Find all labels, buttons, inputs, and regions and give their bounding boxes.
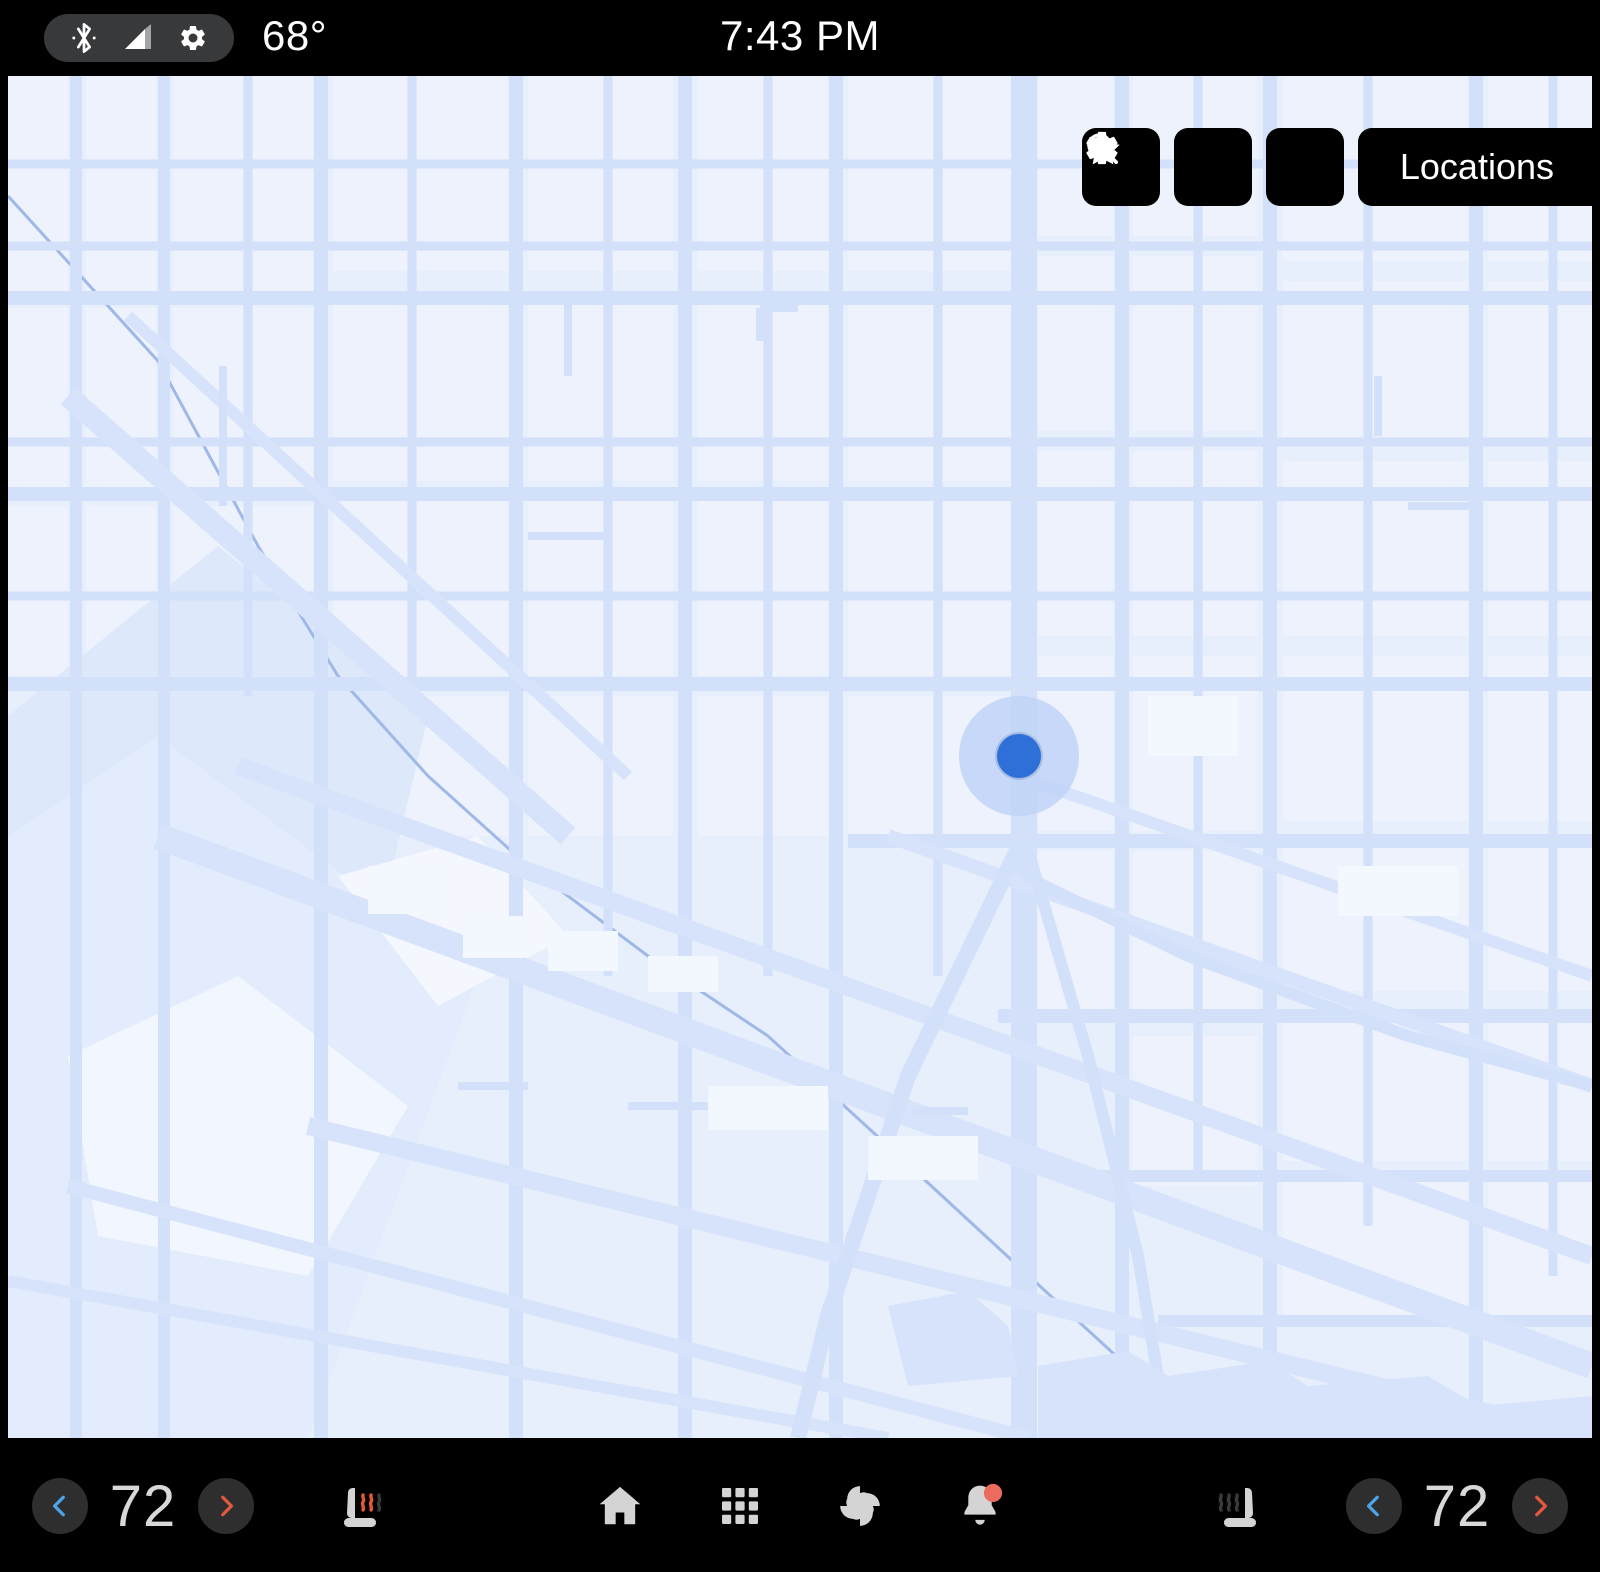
map-favorites-button[interactable] bbox=[1086, 128, 1344, 206]
driver-temp-increase-button[interactable] bbox=[198, 1478, 254, 1534]
system-nav-icons bbox=[560, 1440, 1040, 1572]
passenger-heated-seat-button[interactable] bbox=[1186, 1440, 1296, 1572]
bell-icon bbox=[964, 1483, 1003, 1525]
home-button[interactable] bbox=[560, 1440, 680, 1572]
current-location-marker bbox=[997, 734, 1041, 778]
apps-button[interactable] bbox=[680, 1440, 800, 1572]
climate-button[interactable] bbox=[800, 1440, 920, 1572]
infotainment-screen: 68° 7:43 PM Locations 72 72 bbox=[0, 0, 1600, 1572]
map-canvas[interactable]: Locations bbox=[8, 76, 1592, 1438]
notifications-button[interactable] bbox=[920, 1440, 1040, 1572]
chevron-right-icon bbox=[221, 1495, 234, 1517]
chevron-left-icon bbox=[1366, 1495, 1379, 1517]
bottom-control-bar: 72 72 bbox=[0, 1440, 1600, 1572]
passenger-climate-group: 72 bbox=[1186, 1440, 1568, 1572]
passenger-temp-decrease-button[interactable] bbox=[1346, 1478, 1402, 1534]
driver-temperature-value: 72 bbox=[109, 1473, 177, 1539]
chevron-left-icon bbox=[52, 1495, 65, 1517]
fan-icon bbox=[840, 1486, 880, 1526]
map-frame: Locations bbox=[0, 76, 1600, 1440]
passenger-temp-increase-button[interactable] bbox=[1512, 1478, 1568, 1534]
clock: 7:43 PM bbox=[720, 12, 880, 59]
status-bar: 68° 7:43 PM bbox=[0, 0, 1600, 76]
driver-climate-group: 72 bbox=[32, 1440, 414, 1572]
home-icon bbox=[599, 1486, 641, 1525]
driver-temp-decrease-button[interactable] bbox=[32, 1478, 88, 1534]
apps-grid-icon bbox=[722, 1488, 758, 1524]
map-settings-button[interactable] bbox=[1086, 128, 1252, 206]
driver-heated-seat-button[interactable] bbox=[304, 1440, 414, 1572]
map-toolbar: Locations bbox=[1081, 128, 1592, 206]
heated-seat-right-icon bbox=[1218, 1488, 1256, 1527]
chevron-right-icon bbox=[1535, 1495, 1548, 1517]
locations-button-label: Locations bbox=[1399, 146, 1554, 187]
notification-badge-dot bbox=[983, 1483, 1003, 1503]
locations-button[interactable]: Locations bbox=[1357, 128, 1592, 206]
passenger-temperature-value: 72 bbox=[1423, 1473, 1491, 1539]
heated-seat-left-icon bbox=[344, 1488, 382, 1527]
map-vector bbox=[8, 76, 1592, 1438]
